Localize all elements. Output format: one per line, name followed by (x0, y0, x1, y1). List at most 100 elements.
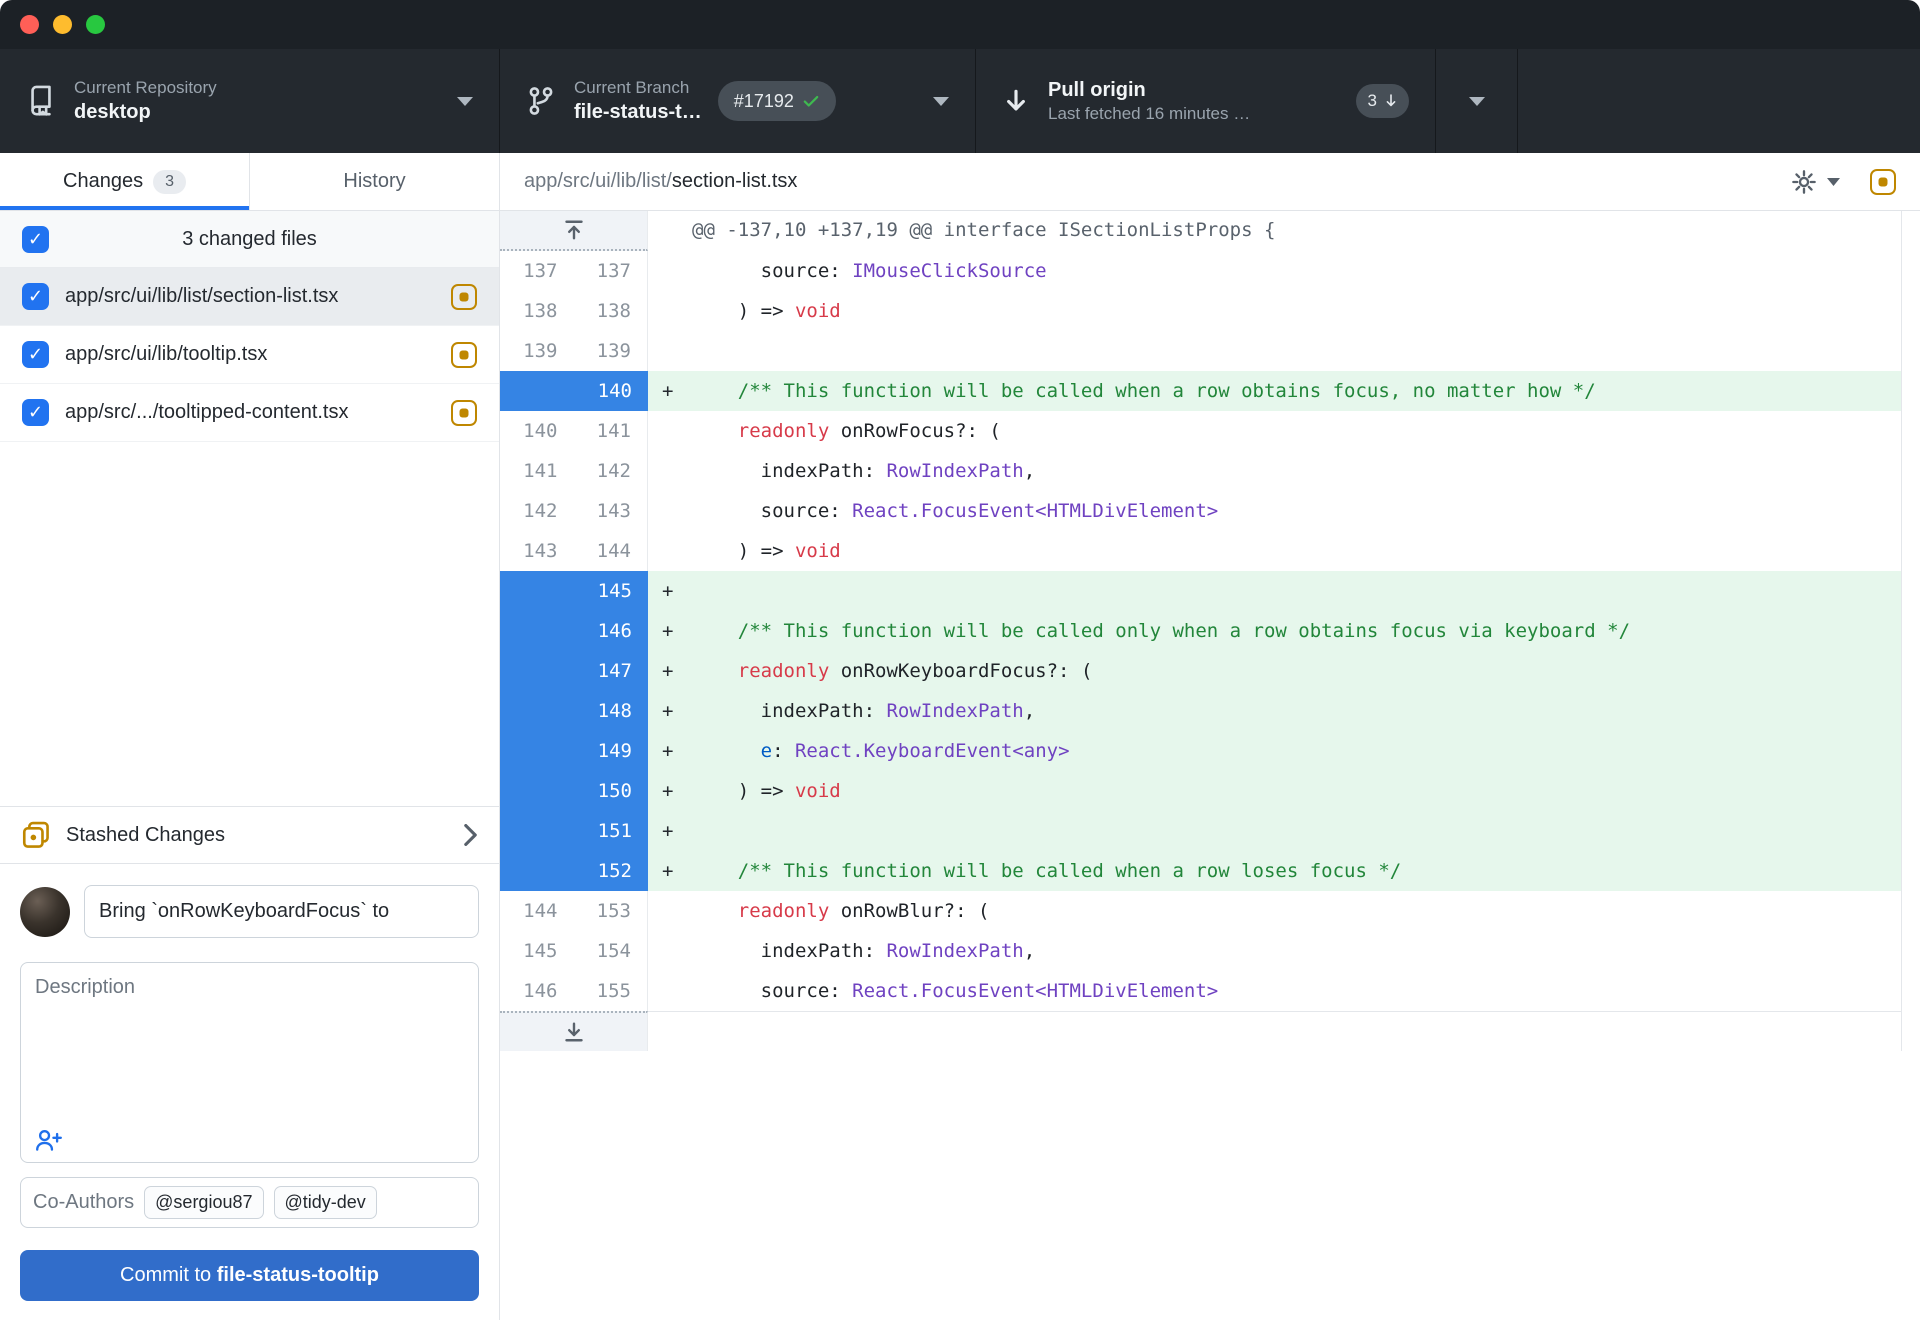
line-number-gutter[interactable]: 146 (500, 611, 648, 651)
diff-line[interactable]: 140141 readonly onRowFocus?: ( (500, 411, 1901, 451)
changed-files-header: ✓ 3 changed files (0, 211, 499, 268)
changed-files-count: 3 changed files (0, 228, 499, 251)
diff-line[interactable]: 137137 source: IMouseClickSource (500, 251, 1901, 291)
expand-up-button[interactable] (500, 211, 648, 251)
file-list: ✓app/src/ui/lib/list/section-list.tsx✓ap… (0, 268, 499, 442)
line-number-gutter[interactable]: 149 (500, 731, 648, 771)
line-number-gutter[interactable]: 152 (500, 851, 648, 891)
diff-line-marker (648, 411, 692, 451)
line-number-gutter[interactable]: 139139 (500, 331, 648, 371)
new-line-number: 141 (574, 411, 648, 451)
minimize-button[interactable] (53, 15, 72, 34)
pull-dropdown-button[interactable] (1436, 49, 1518, 153)
hunk-header: @@ -137,10 +137,19 @@ interface ISection… (648, 211, 1275, 251)
diff-line[interactable]: 139139 (500, 331, 1901, 371)
diff-line[interactable]: 148+ indexPath: RowIndexPath, (500, 691, 1901, 731)
diff-line-content: + (648, 571, 1901, 611)
diff-line-content: + indexPath: RowIndexPath, (648, 691, 1901, 731)
coauthors-field[interactable]: Co-Authors @sergiou87@tidy-dev (20, 1177, 479, 1228)
line-number-gutter[interactable]: 151 (500, 811, 648, 851)
expand-down-button[interactable] (500, 1011, 648, 1051)
file-path-prefix: app/src/ui/lib/list/ (524, 170, 672, 193)
diff-line[interactable]: 146155 source: React.FocusEvent<HTMLDivE… (500, 971, 1901, 1011)
expand-row (500, 1011, 1901, 1051)
person-add-icon[interactable] (35, 1128, 63, 1152)
line-number-gutter[interactable]: 146155 (500, 971, 648, 1011)
file-row[interactable]: ✓app/src/ui/lib/list/section-list.tsx (0, 268, 499, 326)
old-line-number: 144 (500, 891, 574, 931)
code-text: readonly onRowBlur?: ( (692, 891, 989, 931)
old-line-number (500, 611, 574, 651)
repo-icon (26, 85, 56, 117)
tab-history[interactable]: History (249, 153, 499, 210)
diff-line-content: + /** This function will be called when … (648, 371, 1901, 411)
line-number-gutter[interactable]: 141142 (500, 451, 648, 491)
commit-button[interactable]: Commit to file-status-tooltip (20, 1250, 479, 1301)
file-path-label: app/src/.../tooltipped-content.tsx (65, 401, 435, 424)
line-number-gutter[interactable]: 140 (500, 371, 648, 411)
diff-line-marker (648, 531, 692, 571)
diff-line[interactable]: 145+ (500, 571, 1901, 611)
branch-label: Current Branch (574, 79, 702, 98)
diff-line[interactable]: 146+ /** This function will be called on… (500, 611, 1901, 651)
diff-line[interactable]: 141142 indexPath: RowIndexPath, (500, 451, 1901, 491)
git-branch-icon (526, 86, 556, 116)
code-text: indexPath: RowIndexPath, (692, 691, 1035, 731)
line-number-gutter[interactable]: 138138 (500, 291, 648, 331)
file-checkbox[interactable]: ✓ (22, 399, 49, 426)
file-checkbox[interactable]: ✓ (22, 341, 49, 368)
diff-line-marker: + (648, 771, 692, 811)
stashed-changes-row[interactable]: Stashed Changes (0, 806, 499, 864)
diff-line[interactable]: 143144 ) => void (500, 531, 1901, 571)
file-checkbox[interactable]: ✓ (22, 283, 49, 310)
zoom-button[interactable] (86, 15, 105, 34)
select-all-checkbox[interactable]: ✓ (22, 226, 49, 253)
line-number-gutter[interactable]: 148 (500, 691, 648, 731)
diff-line[interactable]: 152+ /** This function will be called wh… (500, 851, 1901, 891)
diff-line-content: + (648, 811, 1901, 851)
diff-line[interactable]: 151+ (500, 811, 1901, 851)
diff-line[interactable]: 149+ e: React.KeyboardEvent<any> (500, 731, 1901, 771)
chevron-down-icon (1827, 178, 1840, 186)
diff-line-content: + e: React.KeyboardEvent<any> (648, 731, 1901, 771)
diff-line-marker (648, 971, 692, 1011)
code-text: indexPath: RowIndexPath, (692, 931, 1035, 971)
diff-line-content: ) => void (648, 291, 1901, 331)
code-text: readonly onRowKeyboardFocus?: ( (692, 651, 1092, 691)
coauthor-pill[interactable]: @tidy-dev (274, 1186, 377, 1219)
line-number-gutter[interactable]: 150 (500, 771, 648, 811)
line-number-gutter[interactable]: 147 (500, 651, 648, 691)
diff-line[interactable]: 144153 readonly onRowBlur?: ( (500, 891, 1901, 931)
code-text: ) => void (692, 771, 841, 811)
diff-options-button[interactable] (1791, 169, 1840, 195)
diff-line-content: indexPath: RowIndexPath, (648, 931, 1901, 971)
file-row[interactable]: ✓app/src/ui/lib/tooltip.tsx (0, 326, 499, 384)
commit-summary-input[interactable] (84, 885, 479, 938)
old-line-number: 138 (500, 291, 574, 331)
tab-changes[interactable]: Changes 3 (0, 153, 249, 210)
diff-line-marker: + (648, 371, 692, 411)
line-number-gutter[interactable]: 137137 (500, 251, 648, 291)
diff-line[interactable]: 147+ readonly onRowKeyboardFocus?: ( (500, 651, 1901, 691)
repository-label: Current Repository (74, 79, 217, 98)
close-button[interactable] (20, 15, 39, 34)
branch-selector[interactable]: Current Branch file-status-t… #17192 (500, 49, 976, 153)
line-number-gutter[interactable]: 143144 (500, 531, 648, 571)
diff-line[interactable]: 145154 indexPath: RowIndexPath, (500, 931, 1901, 971)
coauthor-pill[interactable]: @sergiou87 (144, 1186, 263, 1219)
file-row[interactable]: ✓ app/src/.../tooltipped-content.tsx (0, 384, 499, 442)
pull-origin-button[interactable]: Pull origin Last fetched 16 minutes … 3 (976, 49, 1436, 153)
commit-description-input[interactable] (21, 963, 478, 1103)
line-number-gutter[interactable]: 145 (500, 571, 648, 611)
line-number-gutter[interactable]: 144153 (500, 891, 648, 931)
diff-line[interactable]: 142143 source: React.FocusEvent<HTMLDivE… (500, 491, 1901, 531)
diff-line[interactable]: 150+ ) => void (500, 771, 1901, 811)
diff-line[interactable]: 138138 ) => void (500, 291, 1901, 331)
line-number-gutter[interactable]: 145154 (500, 931, 648, 971)
diff-line[interactable]: 140+ /** This function will be called wh… (500, 371, 1901, 411)
diff-file-header: app/src/ui/lib/list/section-list.tsx (500, 153, 1920, 211)
pr-number: #17192 (734, 91, 794, 112)
repository-selector[interactable]: Current Repository desktop (0, 49, 500, 153)
line-number-gutter[interactable]: 140141 (500, 411, 648, 451)
line-number-gutter[interactable]: 142143 (500, 491, 648, 531)
